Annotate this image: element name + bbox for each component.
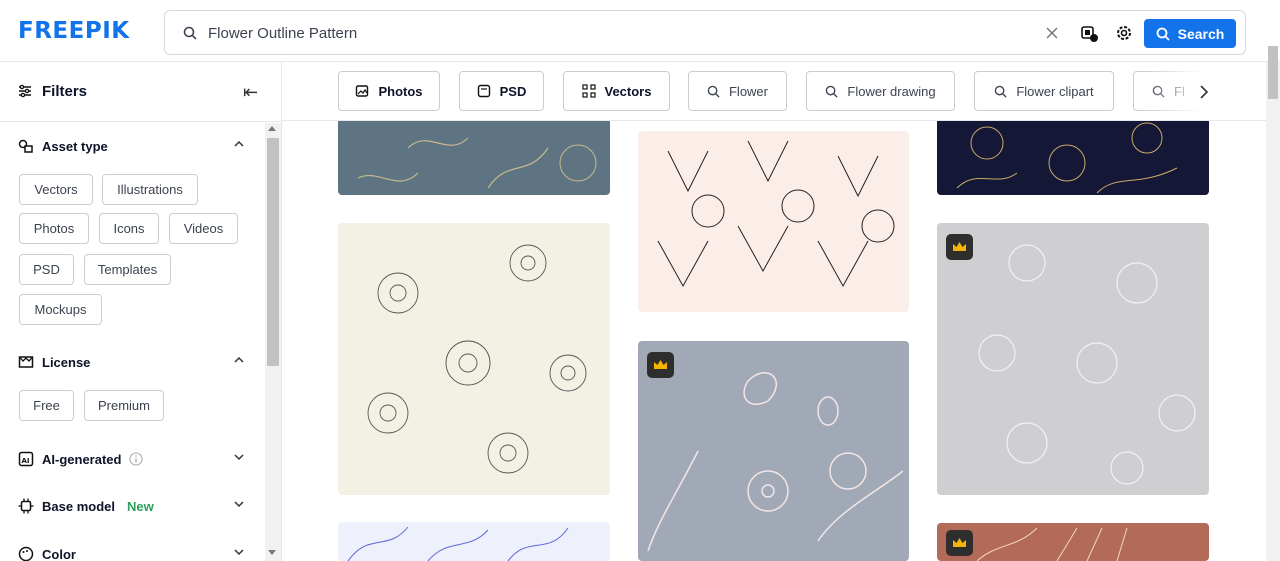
license-chip-premium[interactable]: Premium	[84, 390, 164, 421]
page-scrollbar[interactable]	[1266, 62, 1280, 561]
crown-icon	[654, 360, 667, 369]
chevron-down-icon[interactable]	[234, 547, 244, 557]
color-label: Color	[42, 546, 76, 561]
asset-chip-photos[interactable]: Photos	[19, 213, 89, 244]
chip-icon	[18, 498, 34, 514]
search-icon	[995, 85, 1007, 98]
base-model-section[interactable]: Base model New	[18, 496, 244, 516]
color-section[interactable]: Color	[18, 544, 244, 561]
tag-flower-drawing[interactable]: Flower drawing	[806, 71, 955, 111]
collapse-sidebar-icon[interactable]: ⇤	[243, 82, 258, 103]
scroll-down-arrow-icon[interactable]	[268, 550, 276, 555]
filters-icon	[19, 84, 31, 98]
tag-vectors[interactable]: Vectors	[563, 71, 670, 111]
settings-icon[interactable]	[1115, 24, 1133, 42]
chevron-down-icon[interactable]	[234, 452, 244, 462]
result-image	[338, 522, 610, 561]
result-image	[937, 223, 1209, 495]
license-icon	[18, 356, 34, 368]
clear-icon[interactable]	[1044, 25, 1060, 41]
new-badge: New	[126, 498, 154, 514]
scroll-up-arrow-icon[interactable]	[268, 126, 276, 131]
filters-title: Filters	[42, 83, 88, 100]
vector-icon	[581, 84, 596, 98]
asset-type-label: Asset type	[42, 138, 108, 154]
base-model-label: Base model	[42, 498, 115, 514]
search-button[interactable]: Search	[1144, 19, 1236, 48]
result-image	[937, 523, 1209, 561]
result-card[interactable]	[338, 522, 610, 561]
search-icon	[707, 85, 720, 98]
result-image	[638, 131, 909, 312]
result-card[interactable]	[338, 223, 610, 495]
palette-icon	[18, 546, 34, 561]
asset-chip-templates[interactable]: Templates	[84, 254, 171, 285]
premium-crown-badge	[946, 530, 973, 556]
chevron-right-icon[interactable]	[1194, 82, 1214, 102]
tag-label: Flower	[728, 83, 768, 99]
shapes-icon	[18, 139, 33, 153]
chevron-up-icon[interactable]	[234, 139, 244, 149]
asset-chip-videos[interactable]: Videos	[169, 213, 238, 244]
asset-chip-illustrations[interactable]: Illustrations	[102, 174, 198, 205]
top-header: FREEPIK Flower Outline Pattern Search	[0, 0, 1280, 62]
tag-psd[interactable]: PSD	[459, 71, 544, 111]
related-tags-bar: Photos PSD Vectors Flower Flower drawing…	[282, 62, 1266, 121]
search-button-label: Search	[1177, 25, 1225, 42]
psd-icon	[477, 84, 490, 98]
result-card[interactable]	[638, 131, 909, 312]
premium-crown-badge	[946, 234, 973, 260]
search-icon	[183, 26, 197, 40]
asset-chip-psd[interactable]: PSD	[19, 254, 74, 285]
info-icon[interactable]	[129, 452, 144, 466]
tag-flower[interactable]: Flower	[688, 71, 787, 111]
ai-image-icon: AI	[18, 451, 34, 467]
result-card[interactable]	[937, 118, 1209, 195]
freepik-logo[interactable]: FREEPIK	[18, 18, 130, 44]
filters-header: Filters ⇤	[0, 62, 281, 122]
search-icon	[826, 85, 838, 98]
result-image	[937, 118, 1209, 195]
sidebar-scrollbar-thumb[interactable]	[267, 138, 279, 366]
image-icon	[356, 85, 369, 97]
tag-label: Flower clipart	[1016, 83, 1094, 99]
result-image	[638, 341, 909, 561]
license-chip-free[interactable]: Free	[19, 390, 74, 421]
tag-label: Flower drawing	[847, 83, 936, 99]
tag-label: Photos	[378, 83, 423, 99]
asset-chip-icons[interactable]: Icons	[99, 213, 159, 244]
premium-crown-badge	[647, 352, 674, 378]
result-image	[338, 118, 610, 195]
result-image	[338, 223, 610, 495]
chevron-up-icon[interactable]	[234, 355, 244, 365]
result-card[interactable]	[338, 118, 610, 195]
result-card[interactable]	[638, 341, 909, 561]
ai-generated-label: AI-generated	[42, 451, 122, 467]
asset-chip-vectors[interactable]: Vectors	[19, 174, 93, 205]
crown-icon	[953, 538, 966, 547]
asset-type-section[interactable]: Asset type	[18, 136, 244, 156]
tag-label: Vectors	[604, 83, 652, 99]
tag-label: PSD	[499, 83, 527, 99]
result-card[interactable]	[937, 523, 1209, 561]
tag-photos[interactable]: Photos	[338, 71, 440, 111]
tag-flower-clipart[interactable]: Flower clipart	[974, 71, 1114, 111]
license-section[interactable]: License	[18, 352, 244, 372]
page-scrollbar-thumb[interactable]	[1268, 46, 1278, 99]
filters-sidebar: Filters ⇤ Asset type Vectors Illustratio…	[0, 62, 282, 561]
license-label: License	[42, 354, 91, 370]
ai-generated-section[interactable]: AI AI-generated	[18, 449, 244, 469]
svg-text:AI: AI	[22, 457, 30, 465]
result-card[interactable]	[937, 223, 1209, 495]
asset-chip-mockups[interactable]: Mockups	[19, 294, 102, 325]
search-input[interactable]: Flower Outline Pattern	[208, 25, 357, 42]
chevron-down-icon[interactable]	[234, 499, 244, 509]
search-icon	[1156, 27, 1170, 41]
image-search-icon[interactable]	[1080, 24, 1100, 44]
search-bar[interactable]: Flower Outline Pattern Search	[164, 10, 1246, 55]
crown-icon	[953, 242, 966, 251]
